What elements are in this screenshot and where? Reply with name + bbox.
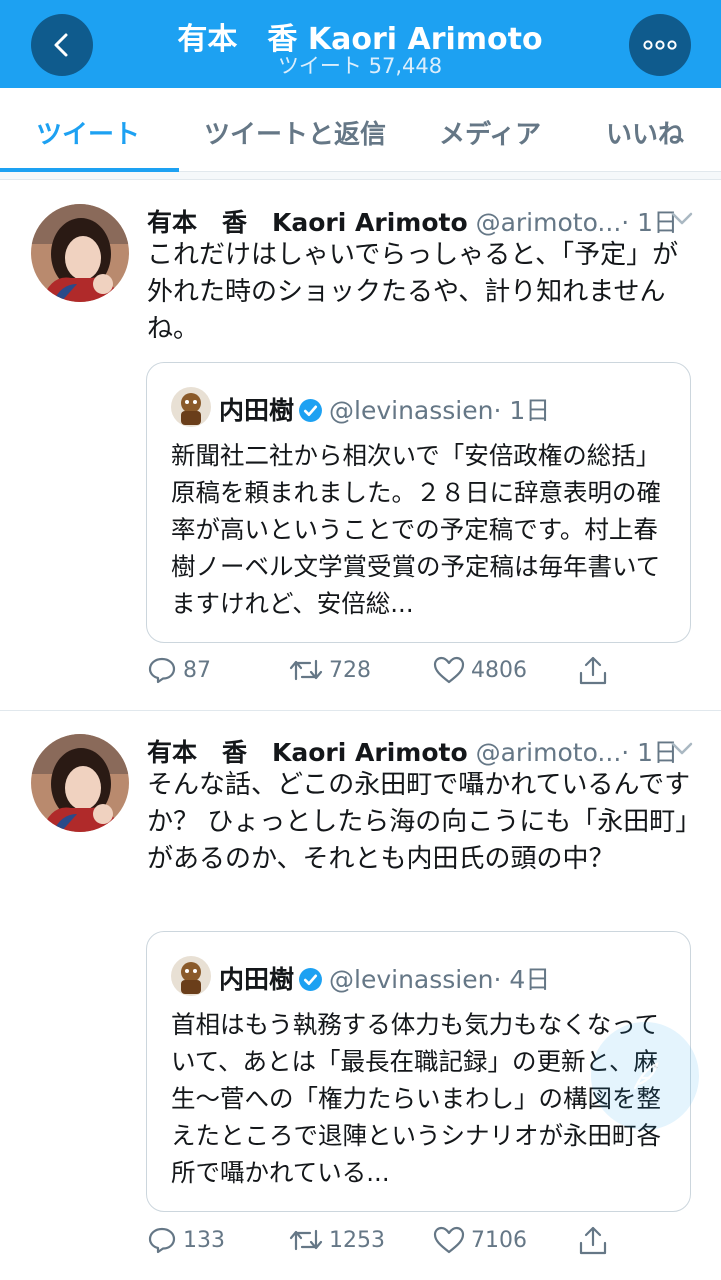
profile-header: 有本 香 Kaori Arimoto ツイート 57,448 bbox=[0, 0, 721, 88]
like-count: 7106 bbox=[471, 1227, 527, 1253]
tweet-card[interactable]: 有本 香 Kaori Arimoto @arimoto...· 1日 そんな話、… bbox=[0, 711, 721, 1280]
retweet-icon bbox=[289, 1229, 323, 1251]
back-button[interactable] bbox=[31, 14, 93, 76]
reply-count: 87 bbox=[183, 657, 211, 683]
tweet-header: 有本 香 Kaori Arimoto @arimoto...· 1日 bbox=[147, 203, 678, 239]
quoted-avatar[interactable] bbox=[171, 387, 211, 427]
avatar[interactable] bbox=[31, 734, 129, 832]
back-arrow-icon bbox=[54, 33, 68, 57]
retweet-button[interactable]: 1253 bbox=[289, 1225, 385, 1255]
heart-icon bbox=[433, 1226, 465, 1254]
author-handle[interactable]: @arimoto... bbox=[476, 738, 622, 767]
quoted-tweet[interactable]: 内田樹 @levinassien· 1日 新聞社二社から相次いで「安倍政権の総括」… bbox=[146, 362, 691, 643]
quoted-author-name: 内田樹 bbox=[219, 396, 295, 425]
retweet-count: 728 bbox=[329, 657, 371, 683]
verified-badge-icon bbox=[299, 968, 322, 991]
compose-tweet-button[interactable] bbox=[591, 1022, 699, 1130]
share-button[interactable] bbox=[577, 1225, 615, 1257]
quoted-avatar[interactable] bbox=[171, 956, 211, 996]
quoted-tweet-time: · 1日 bbox=[493, 396, 551, 425]
more-button[interactable] bbox=[629, 14, 691, 76]
reply-icon bbox=[148, 1227, 176, 1254]
like-count: 4806 bbox=[471, 657, 527, 683]
tab-tweets[interactable]: ツイート bbox=[36, 114, 140, 151]
tabs-divider bbox=[0, 172, 721, 180]
quoted-text: 新聞社二社から相次いで「安倍政権の総括」原稿を頼まれました。２８日に辞意表明の確… bbox=[171, 441, 661, 618]
reply-button[interactable]: 87 bbox=[147, 655, 211, 685]
avatar[interactable] bbox=[31, 204, 129, 302]
tweet-card[interactable]: 有本 香 Kaori Arimoto @arimoto...· 1日 これだけは… bbox=[0, 181, 721, 710]
quoted-header: 内田樹 @levinassien· 1日 bbox=[219, 391, 550, 427]
share-icon bbox=[579, 656, 607, 685]
quoted-tweet-time: · 4日 bbox=[493, 965, 551, 994]
heart-icon bbox=[433, 656, 465, 684]
verified-badge-icon bbox=[299, 399, 322, 422]
retweet-count: 1253 bbox=[329, 1227, 385, 1253]
compose-feather-icon bbox=[633, 1062, 659, 1090]
author-name[interactable]: 有本 香 Kaori Arimoto bbox=[147, 208, 468, 237]
tab-media[interactable]: メディア bbox=[439, 114, 541, 151]
reply-count: 133 bbox=[183, 1227, 225, 1253]
share-icon bbox=[579, 1226, 607, 1255]
tab-likes[interactable]: いいね bbox=[606, 114, 684, 151]
tweet-text: そんな話、どこの永田町で囁かれているんですか？ ひょっとしたら海の向こうにも「永… bbox=[147, 770, 691, 874]
tweet-count: ツイート 57,448 bbox=[277, 54, 443, 78]
tweet-header: 有本 香 Kaori Arimoto @arimoto...· 1日 bbox=[147, 733, 678, 769]
quoted-author-name: 内田樹 bbox=[219, 965, 295, 994]
like-button[interactable]: 4806 bbox=[433, 655, 527, 685]
retweet-button[interactable]: 728 bbox=[289, 655, 371, 685]
more-dots-icon bbox=[643, 40, 677, 50]
tweet-actions: 87 728 4806 bbox=[0, 655, 721, 695]
profile-tabs: ツイート ツイートと返信 メディア いいね bbox=[0, 88, 721, 172]
author-name[interactable]: 有本 香 Kaori Arimoto bbox=[147, 738, 468, 767]
retweet-icon bbox=[289, 659, 323, 681]
quoted-header: 内田樹 @levinassien· 4日 bbox=[219, 960, 550, 996]
quoted-author-handle: @levinassien bbox=[329, 396, 494, 425]
author-handle[interactable]: @arimoto... bbox=[476, 208, 622, 237]
tweet-text: これだけはしゃいでらっしゃると、「予定」が外れた時のショックたるや、計り知れませ… bbox=[147, 240, 679, 344]
tab-tweets-and-replies[interactable]: ツイートと返信 bbox=[204, 114, 386, 151]
like-button[interactable]: 7106 bbox=[433, 1225, 527, 1255]
reply-icon bbox=[148, 657, 176, 684]
chevron-down-icon[interactable] bbox=[669, 209, 695, 229]
tweet-actions: 133 1253 7106 bbox=[0, 1225, 721, 1265]
chevron-down-icon[interactable] bbox=[669, 739, 695, 759]
reply-button[interactable]: 133 bbox=[147, 1225, 225, 1255]
share-button[interactable] bbox=[577, 655, 615, 687]
quoted-author-handle: @levinassien bbox=[329, 965, 494, 994]
